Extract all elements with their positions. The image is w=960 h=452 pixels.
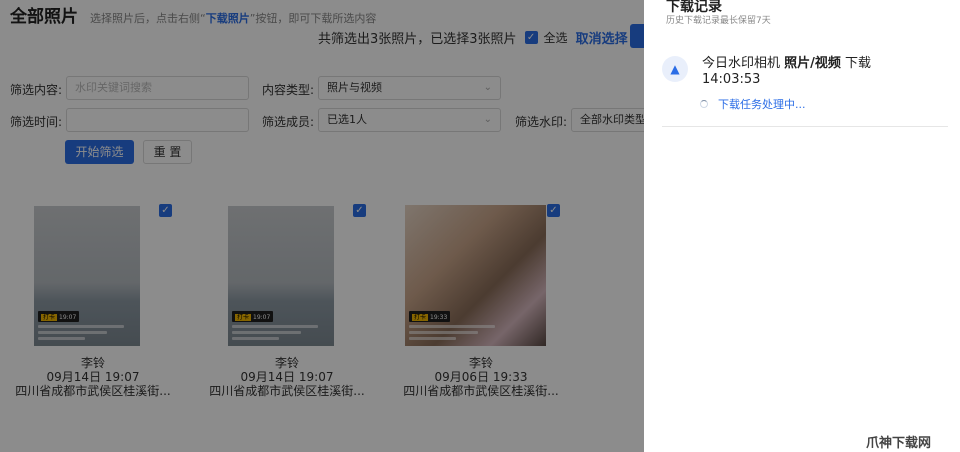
record-time: 14:03:53 <box>702 72 761 87</box>
drawer-divider <box>662 126 948 127</box>
download-record-text: 今日水印相机 照片/视频 下载 14:03:53 <box>702 56 942 88</box>
download-history-drawer: 下载记录 历史下载记录最长保留7天 ▲ 今日水印相机 照片/视频 下载 14:0… <box>644 0 960 452</box>
drawer-subtitle: 历史下载记录最长保留7天 <box>666 16 771 26</box>
record-content-kind: 照片/视频 <box>784 56 841 71</box>
record-action: 下载 <box>845 56 872 71</box>
site-watermark-logo: 爪神下载网 <box>866 436 932 451</box>
download-status: 下载任务处理中... <box>700 96 806 112</box>
record-app-name: 今日水印相机 <box>702 56 781 71</box>
mountain-icon: ▲ <box>662 56 688 82</box>
download-status-text: 下载任务处理中... <box>718 98 806 111</box>
spinner-icon <box>700 100 708 108</box>
modal-overlay[interactable] <box>0 0 644 452</box>
